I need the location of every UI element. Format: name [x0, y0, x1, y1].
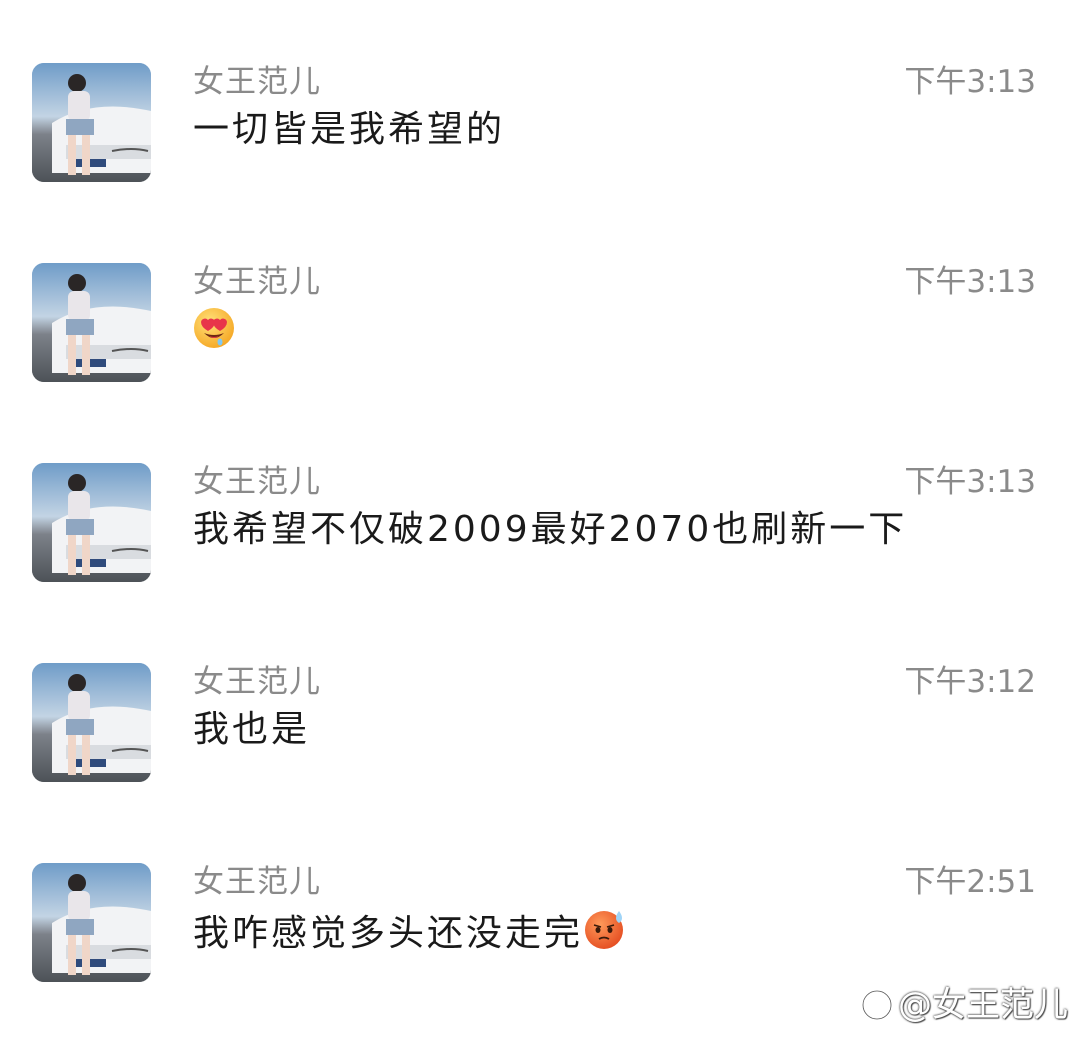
avatar[interactable] [32, 663, 151, 782]
message-text: 我希望不仅破2009最好2070也刷新一下 [193, 509, 908, 550]
heart-eyes-drooling-emoji-icon [193, 307, 235, 361]
message-item[interactable]: 女王范儿 下午3:13 一切皆是我希望的 [0, 0, 1080, 200]
message-time: 下午3:13 [904, 64, 1036, 100]
sender-name: 女王范儿 [193, 864, 321, 900]
message-time: 下午3:12 [904, 664, 1036, 700]
message-item[interactable]: 女王范儿 下午3:13 我希望不仅破2009最好2070也刷新一下 [0, 400, 1080, 600]
sender-name: 女王范儿 [193, 664, 321, 700]
avatar[interactable] [32, 863, 151, 982]
message-item[interactable]: 女王范儿 下午2:51 我咋感觉多头还没走完 [0, 800, 1080, 1000]
message-text: 一切皆是我希望的 [193, 109, 506, 150]
message-time: 下午3:13 [904, 464, 1036, 500]
message-text-content: 我咋感觉多头还没走完 [193, 913, 584, 954]
message-item[interactable]: 女王范儿 下午3:13 [0, 200, 1080, 400]
message-item[interactable]: 女王范儿 下午3:12 我也是 [0, 600, 1080, 800]
zhihu-logo-icon [860, 988, 894, 1022]
message-text [193, 307, 235, 361]
message-text: 我也是 [193, 709, 311, 750]
sender-name: 女王范儿 [193, 264, 321, 300]
avatar[interactable] [32, 263, 151, 382]
avatar[interactable] [32, 63, 151, 182]
sender-name: 女王范儿 [193, 64, 321, 100]
message-time: 下午3:13 [904, 264, 1036, 300]
angry-sweat-emoji-icon [583, 907, 627, 963]
sender-name: 女王范儿 [193, 464, 321, 500]
watermark-text: @女王范儿 [898, 985, 1068, 1025]
message-time: 下午2:51 [904, 864, 1036, 900]
avatar[interactable] [32, 463, 151, 582]
watermark: @女王范儿 [860, 985, 1068, 1025]
message-text: 我咋感觉多头还没走完 [193, 907, 627, 963]
